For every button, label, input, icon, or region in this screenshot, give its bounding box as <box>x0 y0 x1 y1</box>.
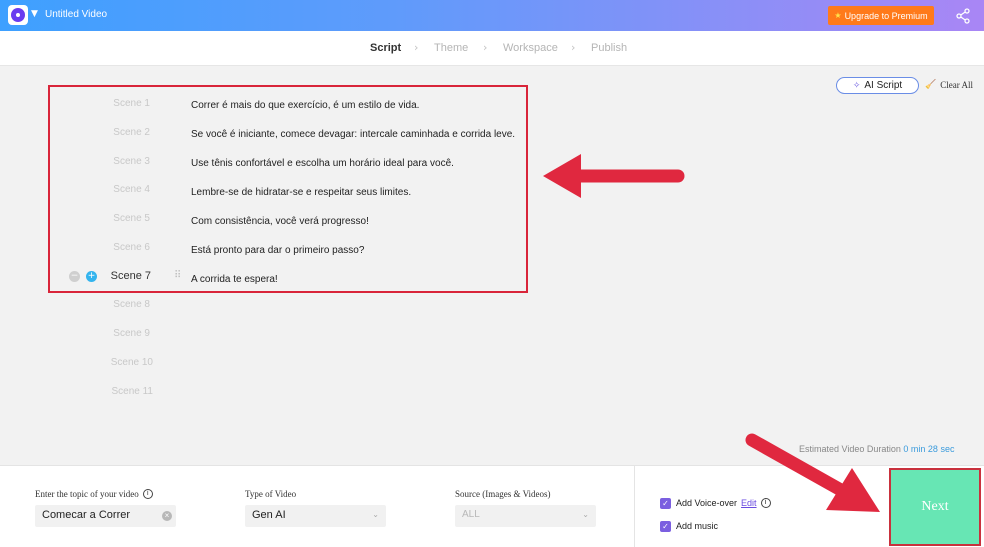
star-icon: ★ <box>834 11 842 20</box>
voiceover-label: Add Voice-over Edit i <box>676 498 771 508</box>
tab-publish[interactable]: Publish <box>591 42 627 54</box>
scene-label: Scene 11 <box>111 386 153 397</box>
chevron-down-icon: ⌄ <box>372 510 379 519</box>
share-icon[interactable] <box>955 8 971 24</box>
tab-workspace[interactable]: Workspace <box>503 42 558 54</box>
clear-all-button[interactable]: 🧹 Clear All <box>925 79 973 90</box>
chevron-right-icon: › <box>571 41 576 54</box>
tab-theme[interactable]: Theme <box>434 42 468 54</box>
clear-input-icon[interactable]: × <box>162 511 172 521</box>
upgrade-label: Upgrade to Premium <box>844 10 928 21</box>
type-label: Type of Video <box>245 489 297 499</box>
clear-all-label: Clear All <box>940 79 973 90</box>
info-icon[interactable]: i <box>142 489 153 499</box>
duration-label: Estimated Video Duration <box>799 444 901 454</box>
topic-input[interactable]: Comecar a Correr × <box>35 505 176 527</box>
step-navigation: Script › Theme › Workspace › Publish <box>0 31 984 66</box>
voiceover-checkbox[interactable]: ✓ <box>660 498 671 509</box>
source-label: Source (Images & Videos) <box>455 489 551 499</box>
topic-input-value: Comecar a Correr <box>42 509 131 521</box>
app-logo-icon[interactable] <box>8 5 28 25</box>
scene-label: Scene 9 <box>113 328 150 339</box>
divider <box>634 465 635 547</box>
duration-value: 0 min 28 sec <box>903 444 955 454</box>
music-label: Add music <box>676 521 719 531</box>
music-checkbox[interactable]: ✓ <box>660 521 671 532</box>
next-button[interactable]: Next <box>889 468 981 546</box>
ai-script-label: AI Script <box>864 80 903 91</box>
top-bar: ▼ Untitled Video ★ Upgrade to Premium <box>0 0 984 31</box>
chevron-right-icon: › <box>414 41 419 54</box>
topic-label: Enter the topic of your video i <box>35 489 153 499</box>
tab-script[interactable]: Script <box>370 42 401 54</box>
video-type-value: Gen AI <box>252 509 286 521</box>
topic-label-text: Enter the topic of your video <box>35 489 139 499</box>
source-select[interactable]: ALL ⌄ <box>455 505 596 527</box>
estimated-duration: Estimated Video Duration 0 min 28 sec <box>799 444 954 454</box>
video-type-select[interactable]: Gen AI ⌄ <box>245 505 386 527</box>
ai-script-button[interactable]: ✧ AI Script <box>836 77 919 94</box>
arrow-left-icon <box>543 154 685 198</box>
video-title[interactable]: Untitled Video <box>45 9 107 20</box>
sparkle-icon: ✧ <box>852 80 861 90</box>
source-value: ALL <box>462 509 480 520</box>
chevron-down-icon[interactable]: ▼ <box>31 9 38 19</box>
chevron-down-icon: ⌄ <box>582 510 589 519</box>
scene-label: Scene 10 <box>110 357 153 368</box>
chevron-right-icon: › <box>483 41 488 54</box>
upgrade-button[interactable]: ★ Upgrade to Premium <box>828 6 934 25</box>
voiceover-edit-link[interactable]: Edit <box>741 498 757 508</box>
scene-label: Scene 8 <box>113 299 150 310</box>
broom-icon: 🧹 <box>925 79 937 89</box>
annotation-highlight-box <box>48 85 528 293</box>
info-icon[interactable]: i <box>760 498 771 508</box>
voiceover-label-text: Add Voice-over <box>676 498 738 508</box>
